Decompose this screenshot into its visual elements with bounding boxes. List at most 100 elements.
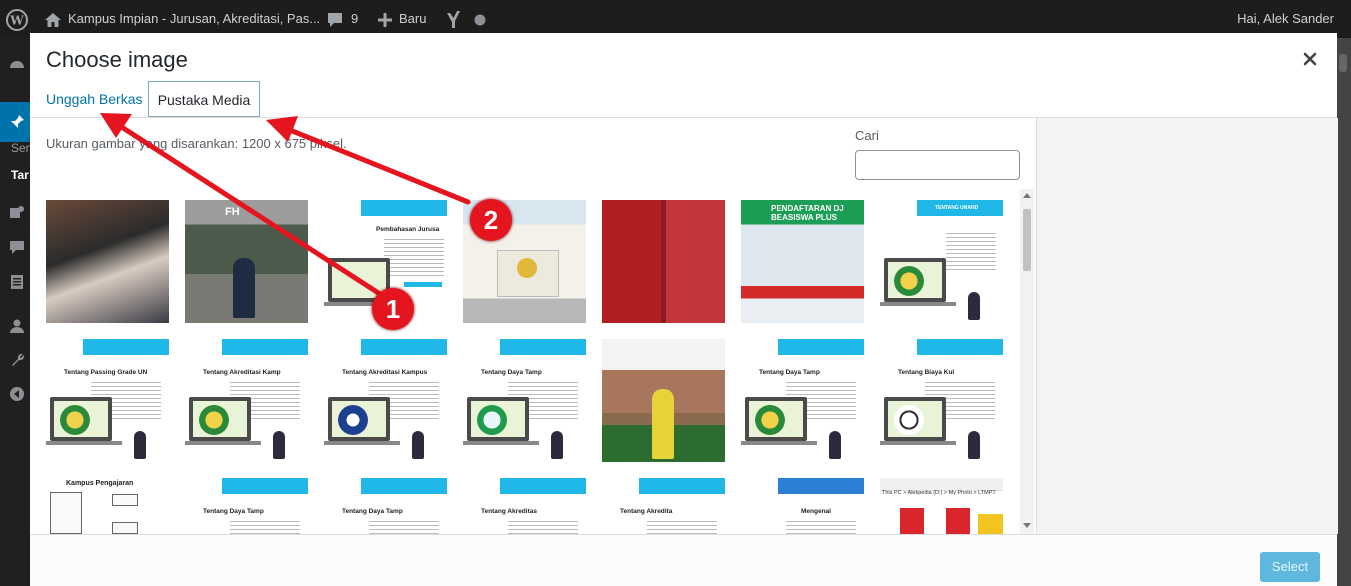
search-input[interactable]	[855, 150, 1020, 180]
banner-emblem	[517, 258, 537, 278]
person-figure	[134, 431, 146, 459]
slide-header	[499, 339, 586, 355]
tab-upload-files[interactable]: Unggah Berkas	[46, 81, 143, 117]
thumbnail-caption: Tentang Daya Tamp	[203, 508, 264, 515]
media-icon[interactable]	[9, 204, 25, 220]
thumbnail-caption: Tentang Passing Grade UN	[64, 369, 148, 376]
slide-header	[360, 339, 447, 355]
thumbnail-caption: Tentang Akreditasi Kampus	[342, 369, 428, 376]
media-thumbnail[interactable]: FH	[185, 200, 308, 323]
slide-header	[82, 339, 169, 355]
slide-header	[777, 339, 864, 355]
slide-header	[638, 478, 725, 494]
media-thumbnail[interactable]: PENDAFTARAN DJ BEASISWA PLUS	[741, 200, 864, 323]
laptop-base	[463, 441, 539, 445]
slide-pill	[404, 282, 442, 287]
scroll-up-icon[interactable]	[1023, 193, 1031, 198]
collapse-menu-icon[interactable]	[9, 386, 25, 402]
slide-text-lines	[786, 518, 856, 534]
thumbnail-caption: TENTANG UNAND	[935, 205, 979, 211]
status-dot-icon[interactable]	[474, 13, 486, 26]
diagram-box	[112, 522, 138, 534]
thumbnail-caption: Tentang Akreditasi Kamp	[203, 369, 281, 376]
laptop-base	[741, 441, 817, 445]
choose-image-modal: Choose image Unggah Berkas Pustaka Media…	[30, 33, 1338, 586]
slide-header	[777, 478, 864, 494]
diagram-box	[50, 492, 82, 534]
laptop-base	[185, 441, 261, 445]
media-thumbnail[interactable]: Tentang Passing Grade UN	[46, 339, 169, 462]
person-figure	[551, 431, 563, 459]
search-label: Cari	[855, 128, 879, 143]
slide-text-lines	[384, 236, 444, 276]
media-thumbnail[interactable]: Tentang Akreditas	[463, 478, 586, 534]
emblem-graphic	[338, 405, 368, 435]
media-thumbnail[interactable]	[602, 200, 725, 323]
select-button[interactable]: Select	[1260, 552, 1320, 582]
thumbnail-caption: FH	[225, 206, 240, 218]
tab-media-library[interactable]: Pustaka Media	[148, 81, 260, 117]
thumbnail-caption: Pembahasan Jurusa	[376, 226, 440, 233]
person-figure	[652, 389, 674, 459]
thumbnail-caption: Tentang Daya Tamp	[342, 508, 403, 515]
media-thumbnail[interactable]: Tentang Daya Tamp	[324, 478, 447, 534]
slide-text-lines	[508, 518, 578, 534]
emblem-graphic	[199, 405, 229, 435]
diagram-box	[112, 494, 138, 506]
close-icon[interactable]	[1300, 49, 1320, 69]
slide-header	[221, 339, 308, 355]
media-thumbnail[interactable]: Kampus Pengajaran	[46, 478, 169, 534]
emblem-graphic	[755, 405, 785, 435]
media-grid: FH Pembahasan Jurusa PENDAFTARAN DJ BEAS…	[46, 200, 1021, 534]
tools-icon[interactable]	[9, 352, 25, 368]
media-thumbnail[interactable]: Tentang Akredita	[602, 478, 725, 534]
comments-menu-icon[interactable]	[9, 240, 25, 256]
laptop-base	[880, 302, 956, 306]
recommended-size-hint: Ukuran gambar yang disarankan: 1200 x 67…	[46, 136, 347, 151]
grid-scrollbar[interactable]	[1020, 189, 1034, 534]
modal-title: Choose image	[46, 47, 188, 72]
annotation-badge-2: 2	[470, 199, 512, 241]
media-thumbnail[interactable]: TENTANG UNAND	[880, 200, 1003, 323]
modal-footer: Select	[30, 535, 1337, 586]
yoast-seo-icon[interactable]	[444, 9, 462, 29]
media-thumbnail[interactable]: Tentang Biaya Kul	[880, 339, 1003, 462]
plus-icon[interactable]	[377, 11, 393, 27]
scroll-down-icon[interactable]	[1023, 523, 1031, 528]
media-thumbnail[interactable]: Tentang Daya Tamp	[741, 339, 864, 462]
media-thumbnail[interactable]: Tentang Daya Tamp	[185, 478, 308, 534]
pin-icon[interactable]	[9, 114, 25, 130]
dashboard-icon[interactable]	[9, 56, 25, 72]
pages-icon[interactable]	[9, 274, 25, 290]
person-figure	[968, 431, 980, 459]
wordpress-logo-icon[interactable]: W	[6, 0, 28, 38]
slide-header	[360, 478, 447, 494]
media-thumbnail[interactable]: Mengenal	[741, 478, 864, 534]
slide-text-lines	[647, 518, 717, 534]
thumbnail-caption: Tentang Akreditas	[481, 508, 537, 515]
media-thumbnail[interactable]: This PC > Alekpedia (D:) > My Photo > LT…	[880, 478, 1003, 534]
media-thumbnail[interactable]: Tentang Daya Tamp	[463, 339, 586, 462]
home-icon[interactable]	[44, 10, 62, 28]
media-thumbnail[interactable]	[46, 200, 169, 323]
svg-text:W: W	[9, 13, 24, 27]
attachment-details-pane	[1036, 118, 1338, 534]
slide-text-lines	[230, 518, 300, 534]
media-thumbnail[interactable]	[602, 339, 725, 462]
scrollbar-thumb[interactable]	[1023, 209, 1031, 271]
menu-text-tar[interactable]: Tar	[11, 168, 29, 182]
slide-header	[916, 339, 1003, 355]
emblem-graphic	[477, 405, 507, 435]
emblem-graphic	[894, 405, 924, 435]
photo-graphic	[978, 514, 1003, 534]
media-thumbnail[interactable]: Tentang Akreditasi Kampus	[324, 339, 447, 462]
media-thumbnail[interactable]: Tentang Akreditasi Kamp	[185, 339, 308, 462]
comment-icon[interactable]	[326, 11, 344, 27]
thumbnail-caption: PENDAFTARAN DJ BEASISWA PLUS	[771, 204, 844, 222]
laptop-base	[324, 441, 400, 445]
users-icon[interactable]	[9, 318, 25, 334]
slide-text-lines	[369, 518, 439, 534]
photo-graphic	[900, 508, 924, 534]
emblem-graphic	[894, 266, 924, 296]
backdrop-scrollbar	[1339, 54, 1347, 72]
